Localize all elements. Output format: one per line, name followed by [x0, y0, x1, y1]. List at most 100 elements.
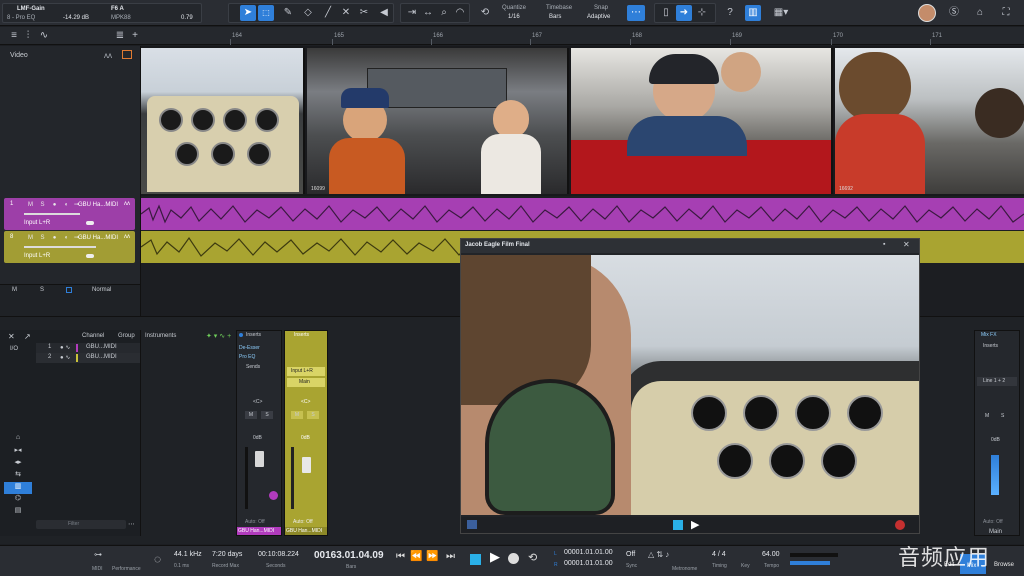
output-icon[interactable]: ◂▸ [4, 458, 32, 470]
mix-fx-label[interactable]: Mix FX [981, 332, 997, 338]
fx-icon[interactable]: ⌬ [4, 494, 32, 506]
filter-input[interactable]: Filter [36, 520, 126, 529]
layout-menu-icon[interactable]: ▦▾ [770, 5, 792, 21]
record-arm-icon[interactable]: ● [50, 234, 59, 242]
loop-icon[interactable]: ⟲ [528, 551, 537, 564]
automation-mode[interactable]: Auto: Off [983, 519, 1003, 525]
mute-button[interactable]: M [291, 411, 303, 419]
input-icon[interactable]: ▸◂ [4, 446, 32, 458]
video-player-window[interactable]: Jacob Eagle Film Final ▪ ✕ ▶ [460, 238, 920, 534]
quantize-value[interactable]: 1/16 [508, 14, 520, 20]
monitor-icon[interactable]: ◐ [62, 201, 71, 209]
track-header-1[interactable]: 1 M S ● ◐ ⊸ GBU Ha...MIDI ᴧᴧ Input L+R [4, 198, 135, 230]
mute-all-label[interactable]: M [12, 287, 17, 293]
scratch-tool-icon[interactable]: ◠ [452, 5, 468, 21]
mute-button[interactable]: M [26, 234, 35, 242]
mute-tool-icon[interactable]: ✕ [338, 5, 354, 21]
tempo-value[interactable]: 64.00 [762, 551, 780, 558]
pan-value[interactable]: <C> [253, 399, 262, 405]
record-icon[interactable] [895, 520, 905, 530]
output-select[interactable]: Main [287, 378, 325, 387]
control-link-panel[interactable]: LMF-Gain 8 - Pro EQ -14.29 dB F6 A MPK88… [2, 3, 202, 23]
split-tool-icon[interactable]: ✂ [356, 5, 372, 21]
cursor-follow-icon[interactable]: ⊹ [694, 5, 710, 21]
video-waveform-icon[interactable]: ᴧᴧ [104, 51, 112, 60]
column-group[interactable]: Group [118, 333, 135, 339]
play-button[interactable]: ▶ [490, 549, 500, 565]
track-mode-select[interactable]: Normal [92, 287, 111, 293]
channel-edit-icon[interactable] [269, 491, 278, 500]
snap-value[interactable]: Adaptive [587, 14, 610, 20]
metronome-icon[interactable]: △ ⇅ ♪ [648, 550, 669, 559]
inserts-label[interactable]: Inserts [294, 332, 309, 338]
channel-name-bar[interactable]: GBU Han...MIDI [237, 527, 281, 535]
scroll-icon[interactable]: ▯ [658, 5, 674, 21]
list-item[interactable]: 1 ● ∿ GBU...MIDI [36, 343, 140, 353]
input-select[interactable]: Input L+R [287, 367, 325, 376]
solo-all-label[interactable]: S [40, 287, 44, 293]
solo-button[interactable]: S [38, 201, 47, 209]
zoom-tool-icon[interactable]: ⌕ [436, 5, 452, 21]
video-film-icon[interactable] [122, 50, 132, 59]
monitor-icon[interactable]: ◐ [62, 234, 71, 242]
track-name[interactable]: GBU Ha...MIDI [78, 202, 118, 208]
inspector-button[interactable]: ▥ [745, 5, 761, 21]
timeline-ruler[interactable]: ≡ ⫶ ∿ ≣ + 164 165 166 167 168 169 170 17… [0, 27, 1024, 45]
insert-item[interactable]: Pro EQ [239, 354, 255, 360]
insert-item[interactable]: De-Esser [239, 345, 260, 351]
monitor-all-icon[interactable] [66, 287, 72, 293]
inserts-label[interactable]: Inserts [246, 332, 261, 338]
volume-fader[interactable] [302, 457, 311, 473]
track-height-icon[interactable]: ⫶ [20, 28, 36, 44]
pan-value[interactable]: <C> [301, 399, 310, 405]
inserts-label[interactable]: Inserts [983, 343, 998, 349]
track-input-select[interactable]: Input L+R [24, 253, 50, 259]
mute-button[interactable]: M [26, 201, 35, 209]
stop-button[interactable] [673, 520, 683, 530]
expand-icon[interactable]: ↗ [24, 332, 31, 341]
instrument-arrow-icon[interactable]: ✦ ▾ ∿ + [206, 332, 231, 340]
solo-button[interactable]: S [38, 234, 47, 242]
track-options-icon[interactable]: ≣ [112, 28, 128, 44]
volume-fader[interactable] [255, 451, 264, 467]
volume-slider[interactable] [24, 213, 80, 215]
track-header-8[interactable]: 8 M S ● ◐ ⊸ GBU Ha...MIDI ᴧᴧ Input L+R [4, 231, 135, 263]
midi-monitor-icon[interactable]: ⊶ [94, 550, 102, 559]
io-label[interactable]: I/O [10, 346, 18, 352]
bend-tool-icon[interactable]: ⇥ [404, 5, 420, 21]
timing-value[interactable]: 4 / 4 [712, 551, 726, 558]
mute-button[interactable]: M [985, 413, 989, 419]
sends-label[interactable]: Sends [246, 364, 260, 370]
performance-meter-icon[interactable]: ◌ [154, 552, 161, 566]
add-track-icon[interactable]: + [127, 28, 143, 44]
arrow-tool-button[interactable]: ➤ [240, 5, 256, 21]
return-to-zero-icon[interactable]: ⏮ [396, 551, 405, 562]
input-toggle[interactable] [86, 254, 94, 258]
link-icon[interactable]: ⇆ [4, 470, 32, 482]
home-icon[interactable]: ⌂ [972, 5, 988, 21]
track-name[interactable]: GBU Ha...MIDI [78, 235, 118, 241]
solo-button[interactable]: S [261, 411, 273, 419]
fast-forward-icon[interactable]: ⏩ [426, 551, 438, 562]
automation-lane-icon[interactable]: ∿ [36, 28, 52, 44]
range-tool-button[interactable]: ⬚ [258, 5, 274, 21]
record-button[interactable] [508, 553, 519, 564]
follow-playback-button[interactable]: ➜ [676, 5, 692, 21]
loop-right-value[interactable]: 00001.01.01.00 [564, 560, 613, 567]
banks-icon[interactable]: ▤ [4, 506, 32, 518]
input-toggle[interactable] [86, 221, 94, 225]
automation-mode[interactable]: Auto: Off [293, 519, 313, 525]
video-settings-icon[interactable] [467, 520, 477, 529]
mute-button[interactable]: M [245, 411, 257, 419]
audio-lane-1[interactable] [141, 198, 1024, 230]
sync-value[interactable]: Off [626, 551, 635, 558]
video-track-lane[interactable]: 16099 16692 [141, 46, 1024, 196]
position-value[interactable]: 00163.01.04.09 [314, 550, 384, 561]
column-channel[interactable]: Channel [82, 333, 104, 339]
record-arm-icon[interactable]: ● [50, 201, 59, 209]
pencil-tool-icon[interactable]: ✎ [280, 5, 296, 21]
automation-mode[interactable]: Auto: Off [245, 519, 265, 525]
quantize-icon[interactable]: ⟲ [477, 5, 493, 21]
key-label[interactable]: Key [741, 563, 750, 569]
position-unit[interactable]: Bars [346, 564, 356, 570]
